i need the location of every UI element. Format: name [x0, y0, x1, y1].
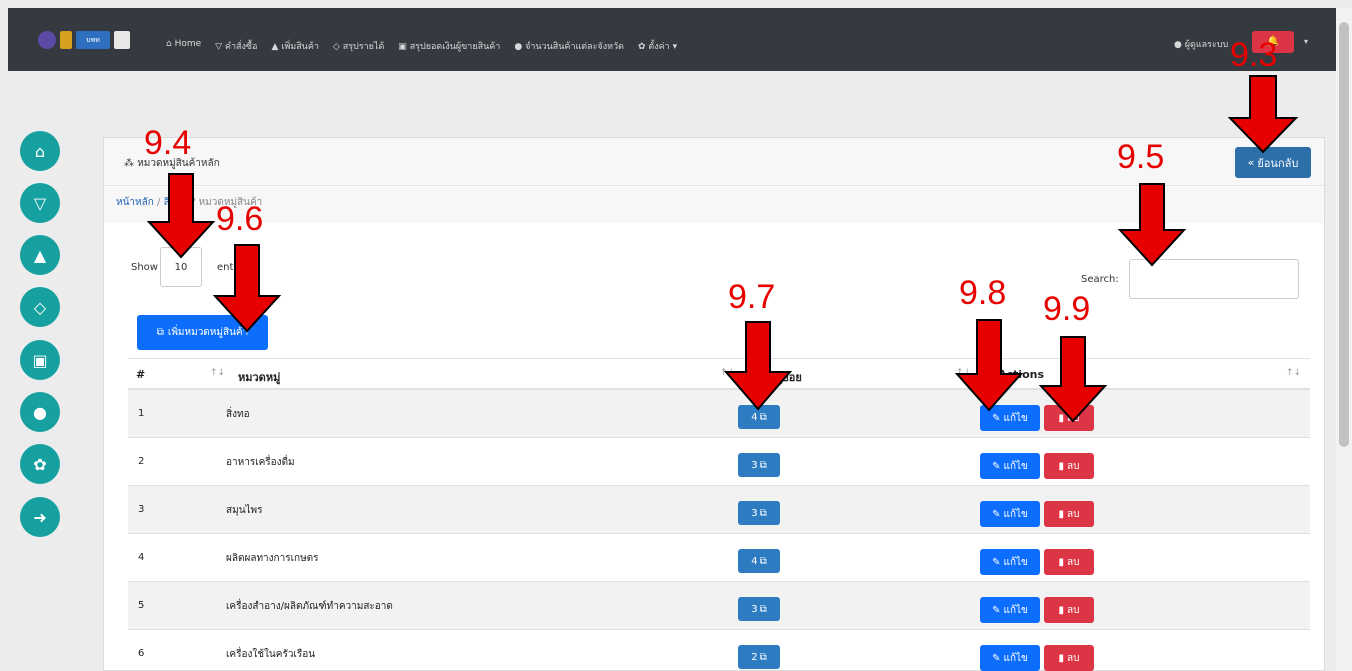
annotation-label: 9.9 — [1043, 290, 1091, 328]
arrow-9-8 — [954, 319, 1024, 412]
annotation-label: 9.3 — [1230, 36, 1278, 74]
arrow-9-7 — [723, 321, 793, 411]
annotation-label: 9.6 — [216, 200, 264, 238]
annotation-label: 9.7 — [728, 278, 776, 316]
annotation-label: 9.5 — [1117, 138, 1165, 176]
annotation-label: 9.8 — [959, 274, 1007, 312]
screen: บพท ⌂ Home ▽ คำสั่งซื้อ ▲ เพิ่มสินค้า ◇ … — [0, 0, 1352, 671]
arrow-9-5 — [1117, 183, 1187, 267]
arrow-9-9 — [1038, 336, 1108, 423]
arrow-9-4 — [146, 173, 216, 259]
arrow-9-6 — [212, 244, 282, 333]
annotation-arrows — [146, 75, 1299, 423]
arrow-9-3 — [1227, 75, 1299, 154]
annotation-label: 9.4 — [144, 124, 192, 162]
